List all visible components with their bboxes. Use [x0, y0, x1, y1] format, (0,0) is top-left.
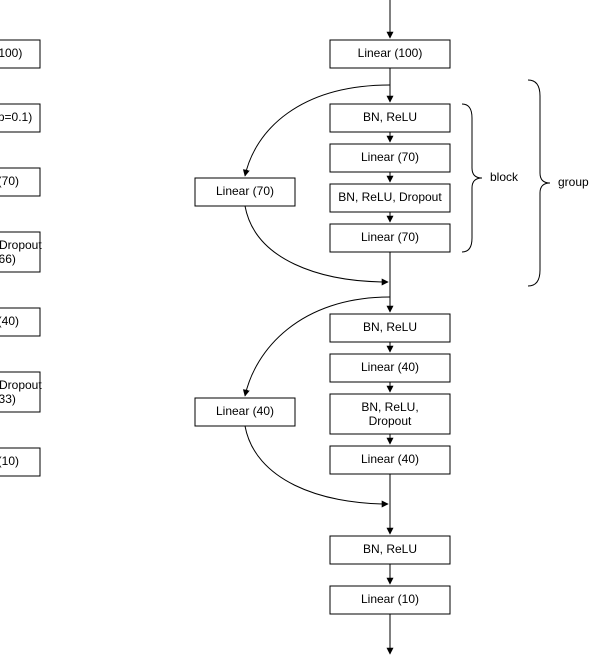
g2-skip-linear-40-label: Linear (40) [216, 404, 274, 418]
tail-linear-10-label: Linear (10) [361, 592, 419, 606]
left-box-bnrelu-066-label-l2: (p=0.066) [0, 252, 16, 266]
left-box-bnrelu-033-label-l1: BN, ReLU, Dropout [0, 378, 42, 392]
group-brace [528, 80, 550, 286]
tail-bn-relu-label: BN, ReLU [363, 542, 417, 556]
left-box-dropout-01-label: Dropout (p=0.1) [0, 110, 32, 124]
g1-linear-70b-label: Linear (70) [361, 230, 419, 244]
g2-linear-40a-label: Linear (40) [361, 360, 419, 374]
left-box-linear-40-label: Linear (40) [0, 314, 19, 328]
g2-bn-relu-label: BN, ReLU [363, 320, 417, 334]
left-box-linear-100-label: Linear (100) [0, 46, 22, 60]
group-label: group [558, 175, 589, 189]
left-box-linear-70-label: Linear (70) [0, 174, 19, 188]
right-box-linear-100-label: Linear (100) [358, 46, 423, 60]
g1-bn-relu-dropout-label: BN, ReLU, Dropout [338, 190, 442, 204]
left-network: Linear (100) Dropout (p=0.1) Linear (70)… [0, 0, 42, 510]
g1-linear-70a-label: Linear (70) [361, 150, 419, 164]
left-box-bnrelu-066-label-l1: BN, ReLU, Dropout [0, 238, 42, 252]
block-brace [462, 104, 482, 252]
g2-bn-relu-dropout-label-l2: Dropout [369, 414, 412, 428]
g1-skip-linear-70-label: Linear (70) [216, 184, 274, 198]
block-label: block [490, 170, 519, 184]
g2-linear-40b-label: Linear (40) [361, 452, 419, 466]
left-box-bnrelu-033-label-l2: (p=0.033) [0, 392, 16, 406]
g2-bn-relu-dropout-label-l1: BN, ReLU, [361, 400, 418, 414]
right-network: Linear (100) BN, ReLU Linear (70) BN, Re… [195, 0, 589, 654]
left-box-linear-10-label: Linear (10) [0, 454, 19, 468]
g1-bn-relu-label: BN, ReLU [363, 110, 417, 124]
